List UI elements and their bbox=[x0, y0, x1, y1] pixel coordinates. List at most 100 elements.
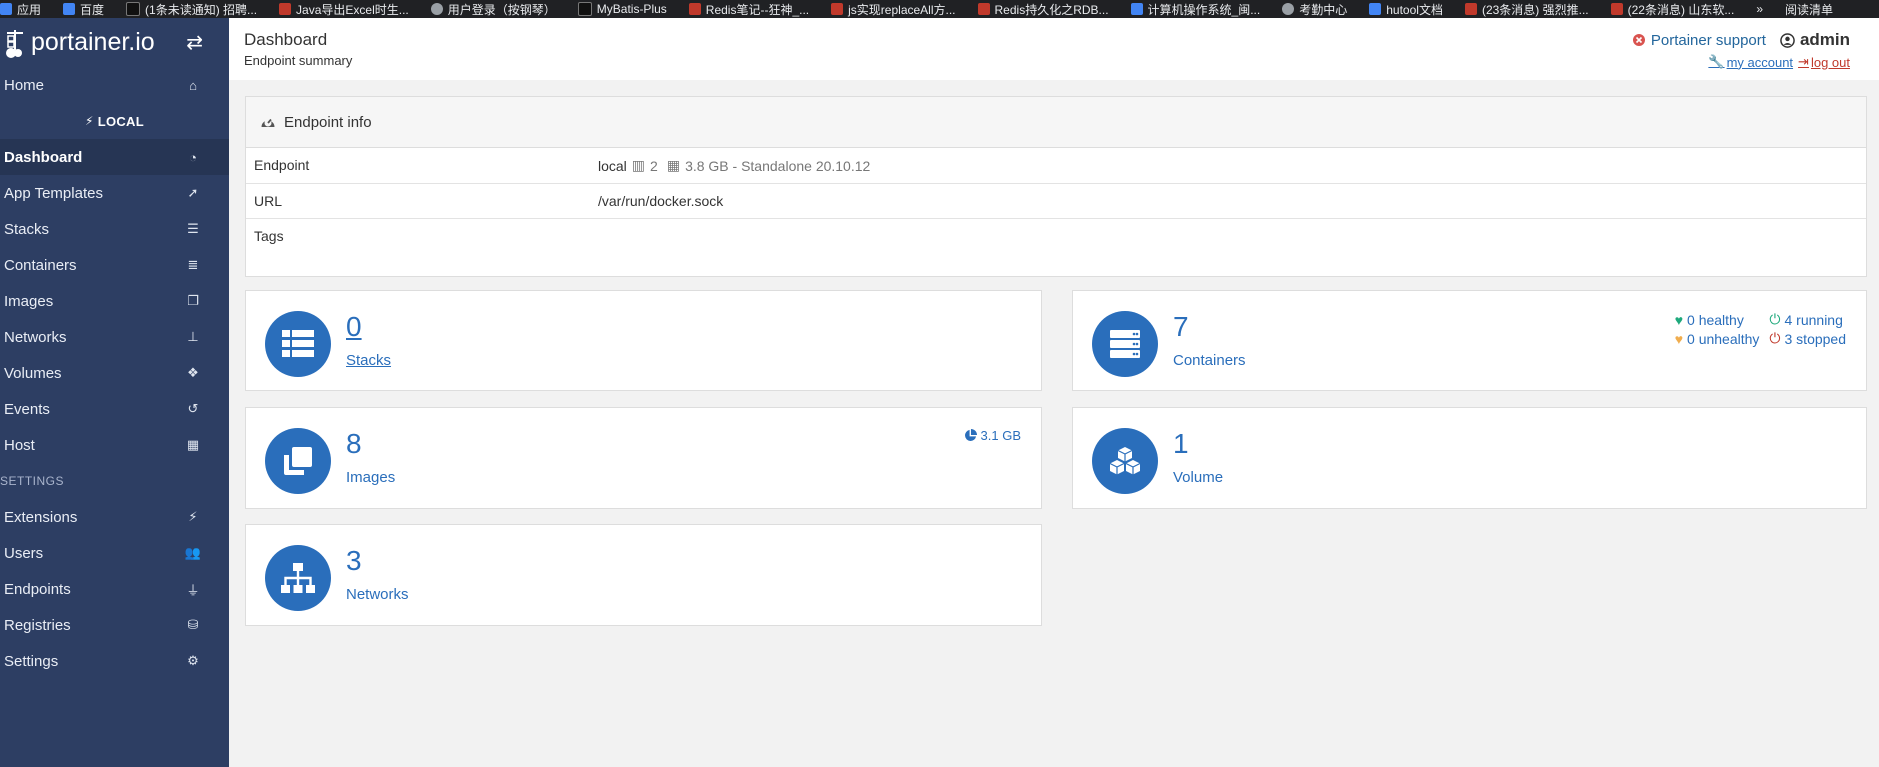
sidebar-item-dashboard[interactable]: Dashboard ◔ bbox=[0, 139, 229, 175]
sidebar-item-home[interactable]: Home ⌂ bbox=[0, 67, 229, 103]
sidebar-header: portainer.io ⇄ bbox=[0, 18, 229, 67]
bookmark-item[interactable]: (23条消息) 强烈推... bbox=[1464, 1, 1589, 18]
bookmark-favicon-icon bbox=[63, 3, 76, 15]
containers-count[interactable]: 7 bbox=[1173, 311, 1189, 343]
sidebar-item-settings[interactable]: Settings ⚙ bbox=[0, 643, 229, 679]
networks-label[interactable]: Networks bbox=[346, 586, 409, 603]
bookmark-item[interactable]: 用户登录（按钢琴） bbox=[430, 1, 556, 18]
stacks-widget[interactable]: 0 Stacks bbox=[245, 290, 1042, 391]
bookmark-item[interactable]: 考勤中心 bbox=[1282, 1, 1347, 18]
bolt-icon: ⚡ bbox=[188, 509, 198, 524]
portainer-logo[interactable]: portainer.io bbox=[4, 28, 155, 58]
bookmark-label: (1条未读通知) 招聘... bbox=[145, 2, 258, 17]
bookmark-label: js实现replaceAll方... bbox=[848, 2, 956, 17]
bookmark-favicon-icon bbox=[1369, 3, 1382, 15]
bookmark-item[interactable]: 百度 bbox=[63, 1, 104, 18]
endpoint-name: ⚡ LOCAL bbox=[84, 113, 144, 129]
bookmark-item[interactable]: (1条未读通知) 招聘... bbox=[126, 1, 257, 18]
volumes-count[interactable]: 1 bbox=[1173, 428, 1189, 460]
bookmark-item[interactable]: Redis笔记--狂神_... bbox=[688, 1, 809, 18]
bookmark-item[interactable]: hutool文档 bbox=[1369, 1, 1443, 18]
sidebar-item-images[interactable]: Images ❐ bbox=[0, 283, 229, 319]
bookmark-item[interactable]: 计算机操作系统_闽... bbox=[1130, 1, 1261, 18]
images-count[interactable]: 8 bbox=[346, 428, 362, 460]
url-row: URL /var/run/docker.sock bbox=[246, 184, 1866, 219]
bookmark-label: MyBatis-Plus bbox=[596, 2, 667, 16]
sitemap-icon bbox=[281, 563, 315, 593]
stacks-label[interactable]: Stacks bbox=[346, 352, 391, 369]
sidebar-item-label: App Templates bbox=[4, 184, 103, 202]
plug-icon: ⚡ bbox=[84, 114, 94, 128]
sidebar-item-label: Volumes bbox=[4, 364, 62, 382]
header-user-area: Portainer support admin 🔧 my account ⇥ l… bbox=[1632, 30, 1850, 70]
bookmark-label: Java导出Excel时生... bbox=[296, 2, 409, 17]
cpu-count: 2 bbox=[650, 157, 658, 174]
bookmark-favicon-icon bbox=[1610, 3, 1623, 15]
sidebar-item-volumes[interactable]: Volumes ❖ bbox=[0, 355, 229, 391]
user-menu[interactable]: admin bbox=[1780, 30, 1850, 50]
sidebar-item-label: Host bbox=[4, 436, 35, 454]
sidebar-item-events[interactable]: Events ↺ bbox=[0, 391, 229, 427]
heartbeat-icon: ♥ bbox=[1674, 311, 1684, 328]
bookmark-label: 计算机操作系统_闽... bbox=[1147, 2, 1261, 17]
portainer-logo-icon bbox=[6, 29, 23, 58]
bookmark-label: » bbox=[1756, 2, 1764, 16]
sidebar-item-endpoints[interactable]: Endpoints ⏚ bbox=[0, 571, 229, 607]
sidebar-item-app-templates[interactable]: App Templates ➚ bbox=[0, 175, 229, 211]
user-circle-icon bbox=[1780, 32, 1795, 48]
bookmark-item[interactable]: Java导出Excel时生... bbox=[279, 1, 409, 18]
memory-and-version: 3.8 GB - Standalone 20.10.12 bbox=[685, 157, 871, 174]
bookmark-item[interactable]: 阅读清单 bbox=[1785, 1, 1833, 18]
sidebar-item-stacks[interactable]: Stacks ☰ bbox=[0, 211, 229, 247]
volumes-widget[interactable]: 1 Volume bbox=[1072, 407, 1867, 509]
memory-icon: ▦ bbox=[666, 157, 681, 173]
bookmark-item[interactable]: Redis持久化之RDB... bbox=[977, 1, 1109, 18]
networks-count[interactable]: 3 bbox=[346, 545, 362, 577]
sidebar-item-label: Images bbox=[4, 292, 54, 310]
bookmark-label: (22条消息) 山东软... bbox=[1627, 2, 1735, 17]
stacks-count[interactable]: 0 bbox=[346, 311, 362, 343]
sidebar-item-containers[interactable]: Containers ≣ bbox=[0, 247, 229, 283]
tags-row: Tags bbox=[246, 219, 1866, 264]
sidebar-item-label: Networks bbox=[4, 328, 67, 346]
containers-label[interactable]: Containers bbox=[1173, 352, 1246, 369]
bookmark-item[interactable]: » bbox=[1756, 2, 1763, 16]
sidebar-item-label: Dashboard bbox=[4, 148, 83, 166]
bookmark-item[interactable]: MyBatis-Plus bbox=[577, 2, 667, 16]
networks-widget[interactable]: 3 Networks bbox=[245, 524, 1042, 626]
sidebar-item-label: Stacks bbox=[4, 220, 50, 238]
bookmark-label: 百度 bbox=[80, 2, 105, 17]
bookmarks-bar: 应用 百度 (1条未读通知) 招聘... Java导出Excel时生... 用户登录（按… bbox=[0, 0, 1879, 18]
home-icon: ⌂ bbox=[189, 77, 197, 93]
sidebar-item-host[interactable]: Host ▦ bbox=[0, 427, 229, 463]
volumes-label[interactable]: Volume bbox=[1173, 469, 1223, 486]
bookmark-item[interactable]: 应用 bbox=[0, 1, 41, 18]
settings-section-title: SETTINGS bbox=[0, 474, 65, 488]
bookmark-item[interactable]: (22条消息) 山东软... bbox=[1610, 1, 1735, 18]
bookmark-favicon-icon bbox=[977, 3, 990, 15]
portainer-support-link[interactable]: Portainer support bbox=[1632, 32, 1766, 49]
history-icon: ↺ bbox=[187, 401, 199, 416]
endpoint-row: Endpoint local ▥ 2 ▦ 3.8 GB - Standalone… bbox=[246, 148, 1866, 184]
sidebar-item-users[interactable]: Users 👥 bbox=[0, 535, 229, 571]
bookmark-label: 阅读清单 bbox=[1785, 2, 1834, 17]
endpoint-info-panel: Endpoint info Endpoint local ▥ 2 ▦ 3.8 G… bbox=[245, 96, 1867, 277]
url-value: /var/run/docker.sock bbox=[598, 193, 724, 209]
log-out-link[interactable]: ⇥ log out bbox=[1798, 54, 1850, 70]
containers-widget[interactable]: 7 Containers ♥ 0 healthy ⏻ 4 running ♥ 0… bbox=[1072, 290, 1867, 391]
images-label[interactable]: Images bbox=[346, 469, 395, 486]
logo-text: portainer.io bbox=[31, 28, 155, 56]
sidebar-item-label: Containers bbox=[4, 256, 77, 274]
my-account-link[interactable]: 🔧 my account bbox=[1708, 54, 1793, 70]
sidebar-item-label: Extensions bbox=[4, 508, 78, 526]
bookmark-favicon-icon bbox=[1282, 3, 1295, 15]
sidebar-item-networks[interactable]: Networks ⊥ bbox=[0, 319, 229, 355]
sidebar-item-extensions[interactable]: Extensions ⚡ bbox=[0, 499, 229, 535]
page-title: Dashboard bbox=[244, 30, 328, 49]
sidebar-item-registries[interactable]: Registries ⛁ bbox=[0, 607, 229, 643]
images-widget[interactable]: 8 Images 3.1 GB bbox=[245, 407, 1042, 509]
sidebar-item-label: Registries bbox=[4, 616, 71, 634]
toggle-sidebar-icon[interactable]: ⇄ bbox=[186, 30, 203, 55]
bookmark-item[interactable]: js实现replaceAll方... bbox=[831, 1, 956, 18]
bookmark-label: 应用 bbox=[17, 2, 42, 17]
